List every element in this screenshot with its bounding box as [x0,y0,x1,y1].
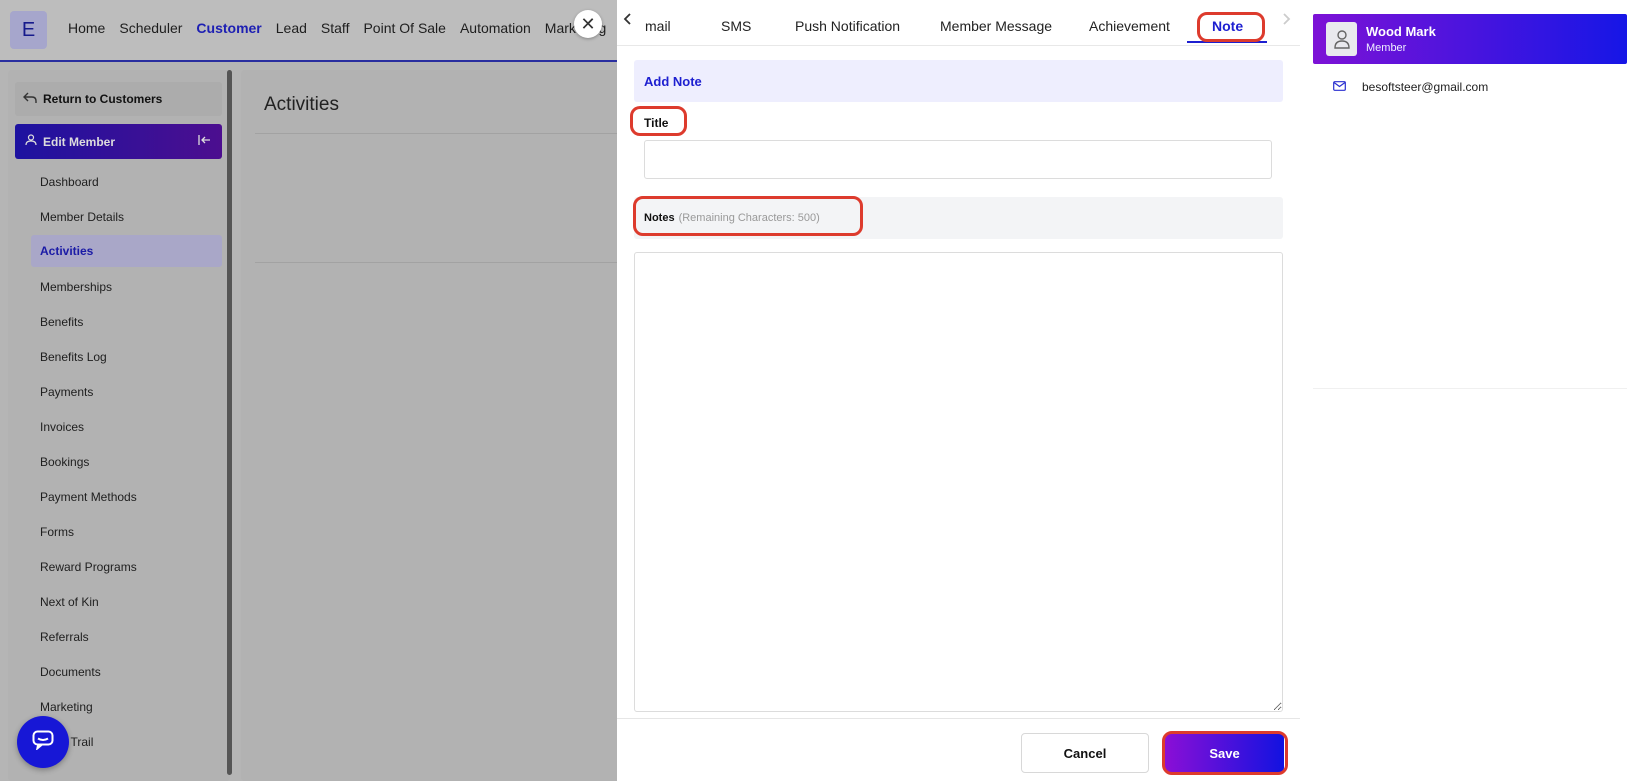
back-arrow-icon [23,92,37,107]
sidebar-item-memberships[interactable]: Memberships [31,269,222,304]
nav-customer[interactable]: Customer [196,20,261,36]
tab-push-notification[interactable]: Push Notification [795,18,900,34]
top-navigation: E Home Scheduler Customer Lead Staff Poi… [0,0,634,62]
return-to-customers-button[interactable]: Return to Customers [15,82,222,116]
sidebar-item-benefits[interactable]: Benefits [31,304,222,339]
main-content [241,70,621,781]
sidebar-item-dashboard[interactable]: Dashboard [31,164,222,199]
divider [255,133,621,134]
notes-highlight [633,196,863,236]
sidebar-scrollbar[interactable] [227,70,232,775]
return-label: Return to Customers [43,92,163,106]
chat-support-button[interactable] [17,716,69,768]
tab-email[interactable]: mail [645,18,671,34]
sidebar-item-bookings[interactable]: Bookings [31,444,222,479]
sidebar-item-next-of-kin[interactable]: Next of Kin [31,584,222,619]
nav-scheduler[interactable]: Scheduler [119,20,182,36]
mail-icon [1333,80,1346,94]
nav-staff[interactable]: Staff [321,20,350,36]
close-modal-button[interactable]: ✕ [574,10,602,38]
footer-divider [617,718,1300,719]
member-email: besoftsteer@gmail.com [1362,80,1489,94]
save-highlight [1162,731,1288,775]
app-logo[interactable]: E [10,11,47,49]
tab-achievement[interactable]: Achievement [1089,18,1170,34]
member-email-row: besoftsteer@gmail.com [1333,80,1488,94]
notes-textarea[interactable] [634,252,1283,712]
sidebar-item-documents[interactable]: Documents [31,654,222,689]
edit-member-header: Edit Member [15,124,222,159]
sidebar-item-reward-programs[interactable]: Reward Programs [31,549,222,584]
tab-member-message[interactable]: Member Message [940,18,1052,34]
chevron-left-icon[interactable] [623,12,633,31]
note-tab-highlight [1197,12,1265,42]
sidebar-item-benefits-log[interactable]: Benefits Log [31,339,222,374]
member-name: Wood Mark [1366,24,1436,39]
page-title: Activities [264,94,339,115]
add-note-header: Add Note [634,60,1283,102]
avatar [1326,22,1357,56]
sidebar-item-payments[interactable]: Payments [31,374,222,409]
collapse-sidebar-icon[interactable] [198,134,212,149]
nav-lead[interactable]: Lead [276,20,307,36]
nav-home[interactable]: Home [68,20,105,36]
member-card: Wood Mark Member [1313,14,1627,64]
nav-automation[interactable]: Automation [460,20,531,36]
chat-icon [32,730,54,755]
cancel-button[interactable]: Cancel [1021,733,1149,773]
close-icon: ✕ [580,13,596,34]
sidebar-item-referrals[interactable]: Referrals [31,619,222,654]
nav-items: Home Scheduler Customer Lead Staff Point… [68,20,634,36]
sidebar-item-invoices[interactable]: Invoices [31,409,222,444]
chevron-right-icon[interactable] [1281,12,1291,31]
member-role: Member [1366,42,1407,54]
note-modal: mail SMS Push Notification Member Messag… [617,0,1300,781]
title-highlight [630,106,687,136]
user-icon [25,134,37,149]
sidebar-item-marketing[interactable]: Marketing [31,689,222,724]
sidebar-item-activities[interactable]: Activities [31,235,222,267]
title-input[interactable] [644,140,1272,179]
sidebar-menu: Dashboard Member Details Activities Memb… [31,164,222,759]
member-info-panel [1300,0,1632,781]
divider [255,262,621,263]
sidebar-item-forms[interactable]: Forms [31,514,222,549]
divider [1313,388,1627,389]
tab-sms[interactable]: SMS [721,18,751,34]
nav-point-of-sale[interactable]: Point Of Sale [363,20,446,36]
sidebar-item-payment-methods[interactable]: Payment Methods [31,479,222,514]
edit-member-title: Edit Member [43,134,116,149]
sidebar-item-member-details[interactable]: Member Details [31,199,222,234]
